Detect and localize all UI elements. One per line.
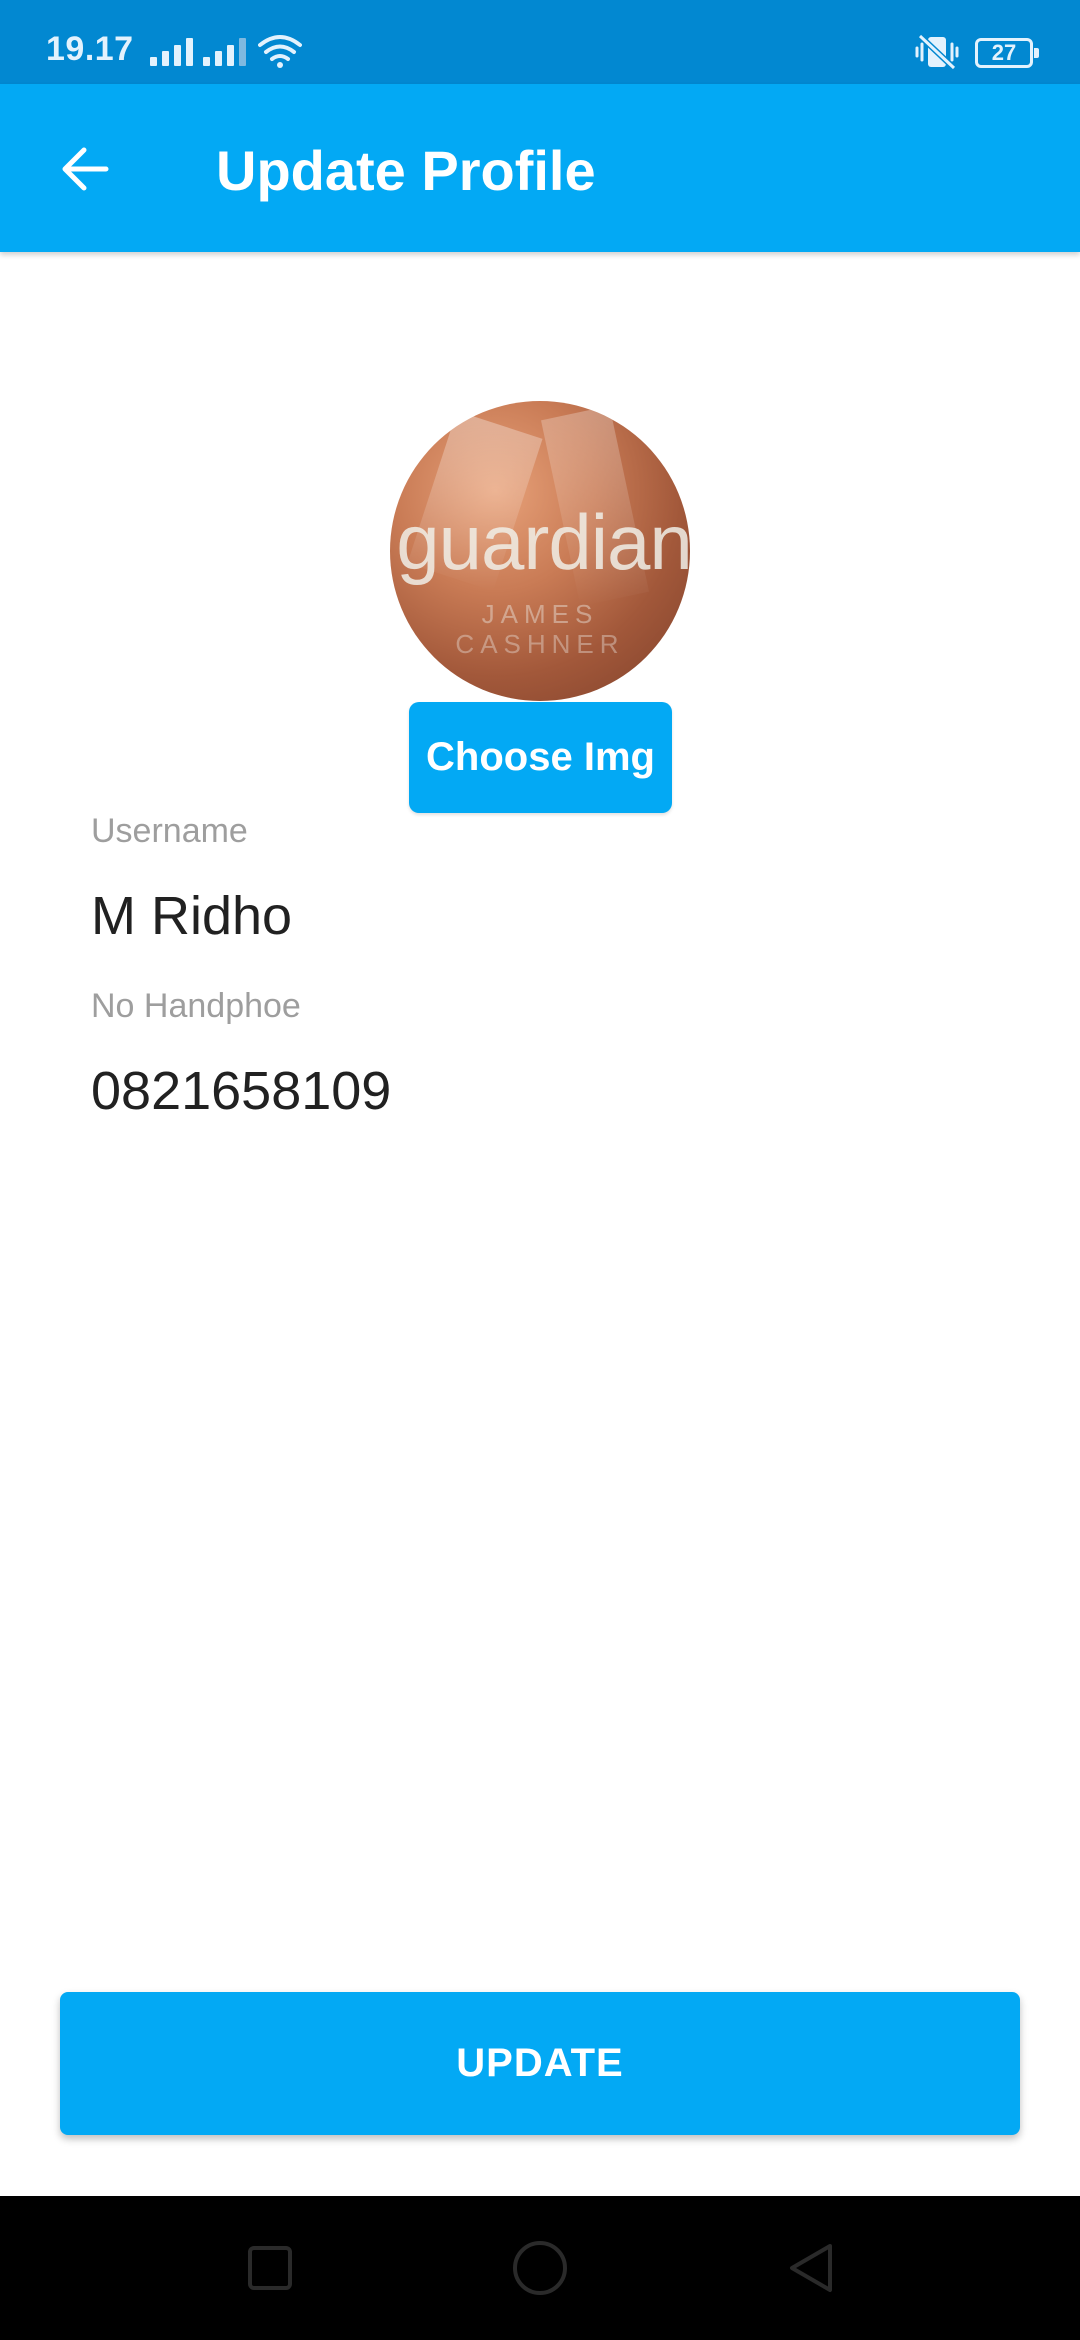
username-field[interactable]: M Ridho: [91, 885, 292, 947]
page-title: Update Profile: [216, 139, 596, 202]
battery-icon: 27: [975, 38, 1039, 68]
vibrate-icon: [915, 34, 959, 70]
status-bar: 19.17 27: [0, 0, 1080, 84]
phone-field[interactable]: 0821658109: [91, 1060, 391, 1122]
recents-icon[interactable]: [240, 2238, 300, 2298]
avatar-photo-subtext: CASHNER: [455, 629, 625, 659]
signal-icon: [203, 36, 246, 66]
update-button[interactable]: UPDATE: [60, 1992, 1020, 2135]
choose-image-button[interactable]: Choose Img: [409, 702, 672, 813]
username-label: Username: [91, 812, 248, 850]
home-icon[interactable]: [510, 2238, 570, 2298]
avatar-photo-subtext: JAMES: [481, 599, 599, 629]
profile-avatar: guardian JAMES CASHNER: [390, 401, 690, 701]
phone-label: No Handphoe: [91, 987, 301, 1025]
avatar-photo-text: guardian: [396, 498, 690, 586]
navigation-bar: [0, 2196, 1080, 2340]
signal-icon: [150, 36, 193, 66]
status-time: 19.17: [46, 30, 134, 68]
wifi-icon: [258, 35, 302, 68]
arrow-left-icon[interactable]: [58, 142, 112, 196]
back-icon[interactable]: [780, 2238, 840, 2298]
app-bar: Update Profile: [0, 84, 1080, 252]
